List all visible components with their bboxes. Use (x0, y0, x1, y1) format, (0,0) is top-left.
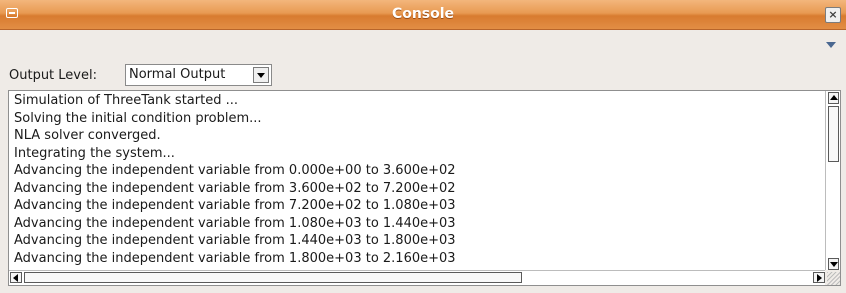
window-title: Console (391, 6, 455, 22)
console-output[interactable]: Simulation of ThreeTank started ... Solv… (8, 90, 841, 286)
log-line: Integrating the system... (14, 145, 175, 161)
title-bar[interactable]: Console × (0, 0, 846, 30)
horizontal-scroll-thumb[interactable] (24, 272, 522, 283)
log-line: Advancing the independent variable from … (14, 250, 456, 266)
log-line: Solving the initial condition problem... (14, 110, 262, 126)
scroll-up-icon[interactable] (828, 92, 839, 104)
output-level-label: Output Level: (9, 68, 97, 83)
dropdown-arrow-icon[interactable] (253, 67, 269, 83)
log-line: NLA solver converged. (14, 128, 161, 143)
scroll-down-icon[interactable] (828, 258, 839, 270)
scroll-left-icon[interactable] (10, 272, 22, 283)
close-button[interactable]: × (825, 7, 841, 23)
log-line: Simulation of ThreeTank started ... (14, 93, 238, 108)
vertical-scroll-thumb[interactable] (828, 106, 839, 162)
view-menu-arrow-icon[interactable] (826, 42, 836, 48)
scroll-corner (825, 270, 840, 285)
horizontal-scrollbar[interactable] (9, 270, 826, 285)
resize-grip-icon[interactable] (827, 272, 840, 285)
scroll-right-icon[interactable] (813, 272, 825, 283)
output-level-value: Normal Output (129, 67, 226, 82)
log-line: Advancing the independent variable from … (14, 198, 456, 213)
log-line: Advancing the independent variable from … (14, 163, 456, 178)
log-line: Advancing the independent variable from … (14, 215, 456, 231)
output-level-select[interactable]: Normal Output (125, 64, 272, 86)
console-window: Console × Output Level: Normal Output Si… (0, 0, 846, 293)
log-line: Advancing the independent variable from … (14, 233, 456, 248)
vertical-scrollbar[interactable] (825, 91, 840, 271)
log-line: Advancing the independent variable from … (14, 180, 456, 196)
console-text-area[interactable]: Simulation of ThreeTank started ... Solv… (9, 92, 826, 271)
